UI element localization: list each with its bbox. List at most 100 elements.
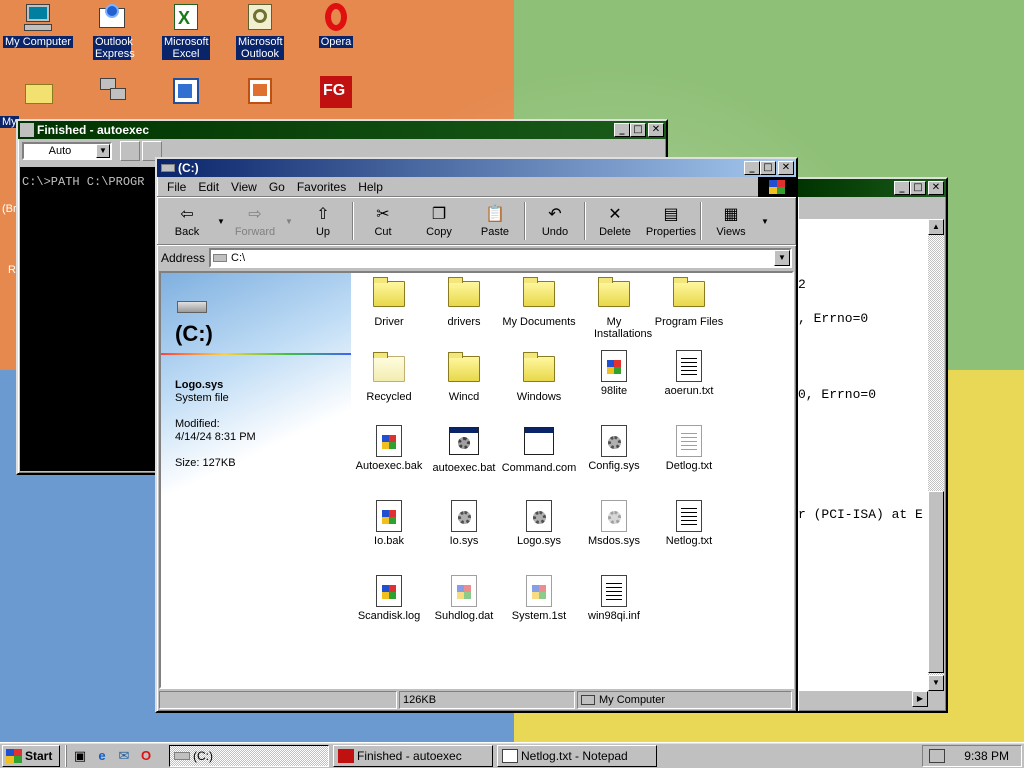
explorer-window[interactable]: (C:) _ □ ✕ File Edit View Go Favorites H…: [155, 157, 798, 713]
menu-edit[interactable]: Edit: [192, 180, 225, 194]
menu-file[interactable]: File: [161, 180, 192, 194]
undo-button[interactable]: ↶ Undo: [527, 200, 583, 242]
file-item[interactable]: System.1st: [501, 575, 577, 622]
file-label: Logo.sys: [516, 535, 562, 547]
file-label: Program Files: [654, 316, 724, 328]
clock[interactable]: 9:38 PM: [964, 749, 1009, 763]
file-item[interactable]: win98qi.inf: [576, 575, 652, 622]
maximize-button[interactable]: □: [760, 161, 776, 175]
outlook-express-icon[interactable]: ✉: [115, 747, 133, 765]
desktop-icon-microsoft-outlook[interactable]: Microsoft Outlook: [222, 2, 298, 60]
show-desktop-icon[interactable]: ▣: [71, 747, 89, 765]
file-item[interactable]: Windows: [501, 350, 577, 403]
file-item[interactable]: Msdos.sys: [576, 500, 652, 547]
font-size-select[interactable]: Auto ▼: [22, 142, 112, 160]
views-button[interactable]: ▦ Views: [703, 200, 759, 242]
desktop-icon-microsoft-excel[interactable]: X Microsoft Excel: [148, 2, 224, 60]
minimize-button[interactable]: _: [744, 161, 760, 175]
windows-logo-icon: [6, 748, 22, 763]
file-item[interactable]: Recycled: [351, 350, 427, 403]
file-item[interactable]: Io.sys: [426, 500, 502, 547]
desktop-icon-network[interactable]: [74, 76, 150, 108]
address-input[interactable]: C:\ ▼: [209, 247, 792, 268]
delete-label: Delete: [599, 226, 631, 238]
mark-button[interactable]: [120, 141, 140, 161]
desktop-icon-fg[interactable]: FG: [298, 76, 374, 108]
chevron-down-icon[interactable]: ▼: [774, 249, 790, 266]
scroll-thumb[interactable]: [928, 491, 944, 673]
file-item[interactable]: Autoexec.bak: [351, 425, 427, 472]
desktop-icon-my-computer[interactable]: My Computer: [0, 2, 76, 48]
close-button[interactable]: ✕: [648, 123, 664, 137]
up-button[interactable]: ⇧ Up: [295, 200, 351, 242]
forward-button[interactable]: ⇨ Forward: [227, 200, 283, 242]
file-item[interactable]: My Installations: [576, 275, 652, 340]
text-file-icon: [676, 425, 702, 457]
copy-button[interactable]: ❐ Copy: [411, 200, 467, 242]
scheduler-icon[interactable]: [929, 749, 945, 763]
desktop-icon-opera[interactable]: Opera: [298, 2, 374, 48]
scroll-right-button[interactable]: ▶: [912, 691, 928, 707]
task-notepad[interactable]: Netlog.txt - Notepad: [497, 744, 657, 767]
close-button[interactable]: ✕: [778, 161, 794, 175]
maximize-button[interactable]: □: [910, 181, 926, 195]
back-button[interactable]: ⇦ Back: [159, 200, 215, 242]
menu-go[interactable]: Go: [263, 180, 291, 194]
maximize-button[interactable]: □: [630, 123, 646, 137]
file-item[interactable]: Command.com: [501, 425, 577, 474]
file-item[interactable]: Program Files: [651, 275, 727, 328]
desktop-icon-powerpoint[interactable]: [222, 76, 298, 108]
desktop-icon-my-documents[interactable]: My: [0, 76, 76, 128]
opera-icon[interactable]: O: [137, 747, 155, 765]
desktop-icon-shortcut[interactable]: [148, 76, 224, 108]
file-item[interactable]: autoexec.bat: [426, 425, 502, 474]
file-view[interactable]: (C:) Logo.sys System file Modified: 4/14…: [159, 271, 794, 689]
desktop-icon-outlook-express[interactable]: Outlook Express: [74, 2, 150, 60]
file-item[interactable]: Config.sys: [576, 425, 652, 472]
file-item[interactable]: Suhdlog.dat: [426, 575, 502, 622]
cut-button[interactable]: ✂ Cut: [355, 200, 411, 242]
start-button[interactable]: Start: [2, 744, 60, 767]
explorer-toolbar: ⇦ Back ▼ ⇨ Forward ▼ ⇧ Up ✂ Cut ❐ Copy 📋 Paste…: [157, 197, 796, 245]
menu-help[interactable]: Help: [352, 180, 389, 194]
vertical-scrollbar[interactable]: ▲ ▼: [928, 219, 944, 691]
delete-button[interactable]: ✕ Delete: [587, 200, 643, 242]
task-dos[interactable]: Finished - autoexec: [333, 744, 493, 767]
notepad-titlebar[interactable]: _ □ ✕: [798, 179, 946, 197]
explorer-titlebar[interactable]: (C:) _ □ ✕: [157, 159, 796, 177]
file-item[interactable]: Wincd: [426, 350, 502, 403]
file-item[interactable]: aoerun.txt: [651, 350, 727, 397]
views-dropdown[interactable]: ▼: [759, 200, 771, 242]
scroll-down-button[interactable]: ▼: [928, 675, 944, 691]
forward-arrow-icon: ⇨: [248, 206, 262, 223]
file-item[interactable]: 98lite: [576, 350, 652, 397]
close-button[interactable]: ✕: [928, 181, 944, 195]
dos-screen[interactable]: C:\>PATH C:\PROGR: [20, 167, 160, 471]
notepad-window[interactable]: _ □ ✕ 2 , Errno=0 0, Errno=0 r (PCI-ISA)…: [796, 177, 948, 713]
file-item[interactable]: drivers: [426, 275, 502, 328]
file-item[interactable]: Logo.sys: [501, 500, 577, 547]
file-item[interactable]: Detlog.txt: [651, 425, 727, 472]
chevron-down-icon[interactable]: ▼: [96, 144, 110, 158]
paste-button[interactable]: 📋 Paste: [467, 200, 523, 242]
internet-explorer-icon[interactable]: e: [93, 747, 111, 765]
web-view-panel: (C:) Logo.sys System file Modified: 4/14…: [161, 273, 351, 687]
file-item[interactable]: Scandisk.log: [351, 575, 427, 622]
minimize-button[interactable]: _: [614, 123, 630, 137]
back-history-dropdown[interactable]: ▼: [215, 200, 227, 242]
paste-icon: 📋: [485, 206, 505, 223]
address-value: C:\: [231, 251, 246, 264]
notepad-text-area[interactable]: 2 , Errno=0 0, Errno=0 r (PCI-ISA) at E: [798, 219, 928, 691]
file-item[interactable]: Driver: [351, 275, 427, 328]
file-item[interactable]: Io.bak: [351, 500, 427, 547]
file-item[interactable]: My Documents: [501, 275, 577, 328]
minimize-button[interactable]: _: [894, 181, 910, 195]
task-explorer[interactable]: (C:): [169, 744, 329, 767]
file-item[interactable]: Netlog.txt: [651, 500, 727, 547]
scroll-up-button[interactable]: ▲: [928, 219, 944, 235]
menu-favorites[interactable]: Favorites: [291, 180, 352, 194]
menu-view[interactable]: View: [225, 180, 263, 194]
dos-titlebar[interactable]: Finished - autoexec _ □ ✕: [18, 121, 666, 139]
forward-history-dropdown[interactable]: ▼: [283, 200, 295, 242]
properties-button[interactable]: ▤ Properties: [643, 200, 699, 242]
